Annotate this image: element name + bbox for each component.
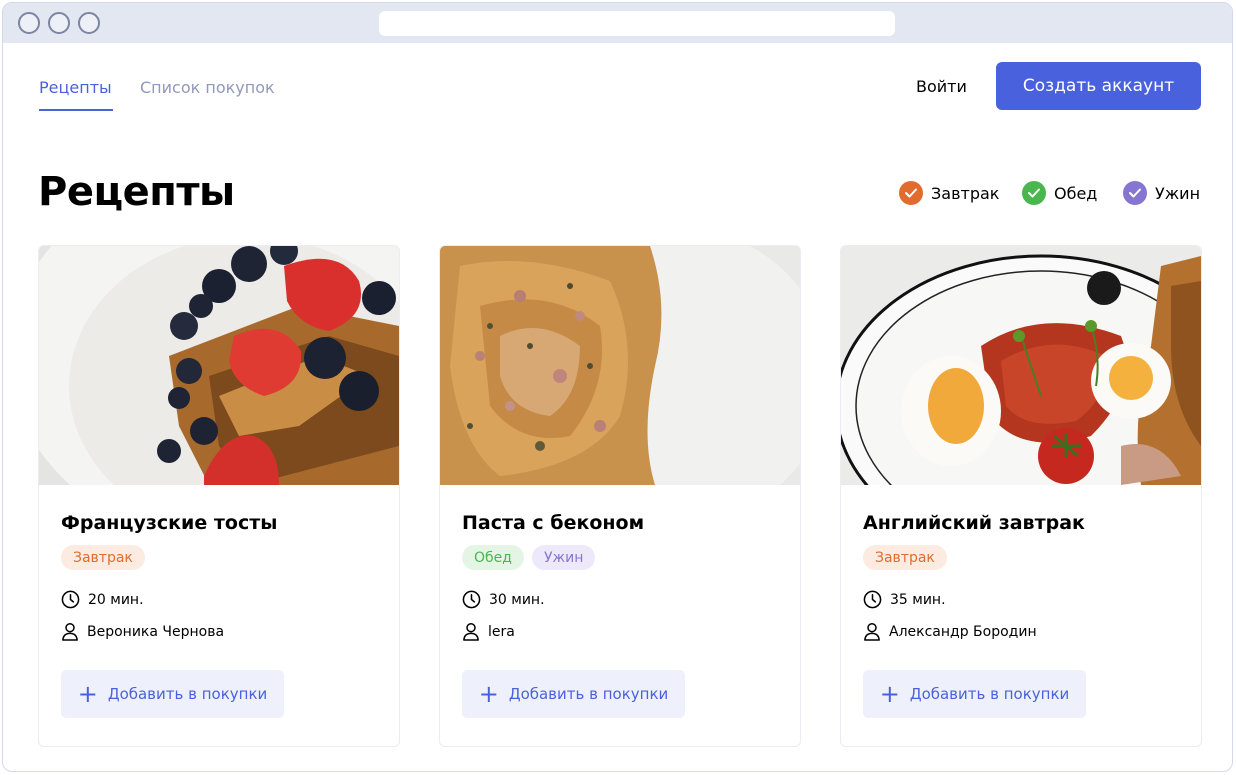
tag-breakfast: Завтрак	[61, 545, 145, 570]
tag-lunch: Обед	[462, 545, 524, 570]
tab-recipes[interactable]: Рецепты	[39, 78, 112, 97]
recipe-time: 30 мин.	[462, 590, 545, 609]
filter-lunch[interactable]: Обед	[1022, 181, 1097, 205]
login-link[interactable]: Войти	[916, 77, 967, 96]
active-tab-indicator	[39, 109, 113, 111]
browser-window: Рецепты Список покупок Войти Создать акк…	[2, 2, 1233, 772]
recipe-author: Александр Бородин	[863, 622, 1037, 641]
window-maximize-control[interactable]	[78, 12, 100, 34]
user-icon	[864, 622, 880, 641]
recipe-author: Вероника Чернова	[61, 622, 224, 641]
recipe-title[interactable]: Паста с беконом	[462, 512, 644, 534]
plus-icon: +	[77, 680, 98, 708]
recipe-time-value: 30 мин.	[489, 591, 545, 608]
add-to-shopping-label: Добавить в покупки	[909, 685, 1070, 703]
user-icon	[463, 622, 479, 641]
recipe-author-name[interactable]: Александр Бородин	[889, 624, 1037, 640]
filter-breakfast[interactable]: Завтрак	[899, 181, 999, 205]
recipe-tags: Обед Ужин	[462, 545, 596, 570]
check-icon	[899, 181, 923, 205]
recipe-card[interactable]: Английский завтрак Завтрак 35 мин. Алекс…	[840, 245, 1202, 747]
recipe-time: 20 мин.	[61, 590, 144, 609]
clock-icon	[462, 590, 481, 609]
add-to-shopping-button[interactable]: + Добавить в покупки	[462, 670, 685, 718]
recipe-time-value: 20 мин.	[88, 591, 144, 608]
recipe-time-value: 35 мин.	[890, 591, 946, 608]
tag-breakfast: Завтрак	[863, 545, 947, 570]
recipe-tags: Завтрак	[863, 545, 947, 570]
recipe-image-french-toast[interactable]	[39, 246, 399, 485]
address-bar[interactable]	[379, 11, 895, 36]
add-to-shopping-button[interactable]: + Добавить в покупки	[61, 670, 284, 718]
recipe-title[interactable]: Английский завтрак	[863, 512, 1085, 534]
plus-icon: +	[478, 680, 499, 708]
recipe-time: 35 мин.	[863, 590, 946, 609]
recipe-image-english-breakfast[interactable]	[841, 246, 1201, 485]
user-icon	[62, 622, 78, 641]
add-to-shopping-label: Добавить в покупки	[508, 685, 669, 703]
recipe-author-name[interactable]: lera	[488, 624, 515, 640]
check-icon	[1123, 181, 1147, 205]
recipe-image-pasta[interactable]	[440, 246, 800, 485]
filter-label: Ужин	[1155, 183, 1201, 203]
recipe-title[interactable]: Французские тосты	[61, 512, 277, 534]
recipe-card[interactable]: Французские тосты Завтрак 20 мин. Верони…	[38, 245, 400, 747]
filter-label: Обед	[1054, 183, 1098, 203]
clock-icon	[61, 590, 80, 609]
recipe-card[interactable]: Паста с беконом Обед Ужин 30 мин. lera +…	[439, 245, 801, 747]
plus-icon: +	[879, 680, 900, 708]
tag-dinner: Ужин	[531, 545, 596, 570]
filter-label: Завтрак	[931, 183, 1000, 203]
check-icon	[1022, 181, 1046, 205]
browser-titlebar	[3, 3, 1232, 43]
recipe-tags: Завтрак	[61, 545, 145, 570]
filter-dinner[interactable]: Ужин	[1123, 181, 1200, 205]
add-to-shopping-button[interactable]: + Добавить в покупки	[863, 670, 1086, 718]
page-title: Рецепты	[38, 169, 235, 215]
window-close-control[interactable]	[18, 12, 40, 34]
create-account-button[interactable]: Создать аккаунт	[996, 62, 1201, 110]
clock-icon	[863, 590, 882, 609]
window-minimize-control[interactable]	[48, 12, 70, 34]
add-to-shopping-label: Добавить в покупки	[107, 685, 268, 703]
recipe-author-name[interactable]: Вероника Чернова	[87, 624, 224, 640]
recipe-author: lera	[462, 622, 515, 641]
tab-shopping-list[interactable]: Список покупок	[140, 78, 275, 97]
